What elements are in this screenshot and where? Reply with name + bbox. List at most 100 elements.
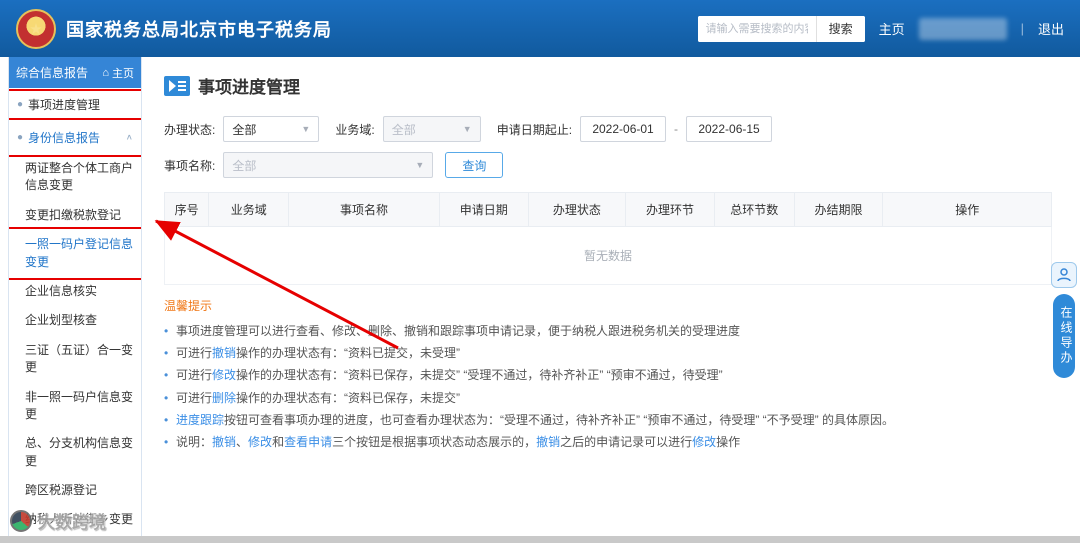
status-label: 办理状态: xyxy=(164,122,216,137)
sidebar-subitem-4[interactable]: 企业划型核查 xyxy=(9,306,141,335)
item-name-select[interactable]: 全部 ▼ xyxy=(223,152,434,178)
notice-link[interactable]: 进度跟踪 xyxy=(176,413,224,427)
home-link[interactable]: 主页 xyxy=(879,19,905,38)
notice-section: 温馨提示 事项进度管理可以进行查看、修改、删除、撤销和跟踪事项申请记录，便于纳税… xyxy=(164,297,1052,453)
header-right: 搜索 主页 | 退出 xyxy=(697,15,1064,42)
domain-select[interactable]: 全部 ▼ xyxy=(382,116,481,142)
notice-text: 操作 xyxy=(716,434,741,449)
status-select-value: 全部 xyxy=(232,122,257,137)
bullet-icon: ● xyxy=(17,99,24,110)
notice-text: 三个按钮是根据事项状态动态展示的， xyxy=(332,434,537,449)
notice-text: 可进行 xyxy=(176,346,213,361)
notice-line: 可进行删除操作的办理状态有：“资料已保存，未提交” xyxy=(164,387,1052,409)
table-header-cell: 办理环节 xyxy=(625,192,715,227)
chevron-down-icon: ▼ xyxy=(462,124,472,134)
item-name-label: 事项名称: xyxy=(164,158,216,173)
brand: ★ 国家税务总局北京市电子税务局 xyxy=(16,8,332,49)
page-title-icon xyxy=(164,75,190,96)
sidebar-home-link[interactable]: ⌂ 主页 xyxy=(102,65,134,81)
date-range-label: 申请日期起止: xyxy=(496,122,573,137)
notice-link[interactable]: 查看申请 xyxy=(284,435,332,449)
sidebar-subitem-7[interactable]: 总、分支机构信息变更 xyxy=(9,429,141,476)
sidebar-identity-children: 两证整合个体工商户信息变更 变更扣缴税款登记 一照一码户登记信息变更 企业信息核实 企业… xyxy=(9,154,141,542)
header-divider: | xyxy=(1020,21,1024,36)
notice-text: 事项进度管理可以进行查看、修改、删除、撤销和跟踪事项申请记录，便于纳税人跟进税务… xyxy=(176,324,741,338)
table-header-cell: 办理状态 xyxy=(527,192,627,227)
notice-text: 操作的办理状态有：“资料已保存，未提交” “受理不通过，待补齐补正” “预审不通… xyxy=(236,368,723,383)
filter-row-2: 事项名称: 全部 ▼ 查询 xyxy=(164,152,1052,178)
bullet-icon: ● xyxy=(17,132,24,143)
notice-link[interactable]: 修改 xyxy=(248,435,272,449)
sidebar-subitem-6[interactable]: 非一照一码户信息变更 xyxy=(9,383,141,430)
sidebar-header-comprehensive-report[interactable]: 综合信息报告 ⌂ 主页 xyxy=(9,57,141,91)
query-button[interactable]: 查询 xyxy=(445,152,504,178)
watermark-logo-icon xyxy=(10,509,32,532)
notice-text: 按钮可查看事项办理的进度，也可查看办理状态为：“受理不通过，待补齐补正” “预审… xyxy=(224,412,894,427)
date-to-input[interactable] xyxy=(686,116,773,142)
notice-list: 事项进度管理可以进行查看、修改、删除、撤销和跟踪事项申请记录，便于纳税人跟进税务… xyxy=(164,320,1052,453)
header-search-button[interactable]: 搜索 xyxy=(815,15,865,42)
notice-text: 可进行 xyxy=(176,390,213,405)
sidebar-subitem-3[interactable]: 企业信息核实 xyxy=(9,277,141,306)
bottom-edge xyxy=(0,536,1080,543)
notice-text: 和 xyxy=(272,434,285,449)
chevron-up-icon: ∧ xyxy=(125,133,133,142)
sidebar-header-label: 综合信息报告 xyxy=(16,66,89,80)
notice-link[interactable]: 撤销 xyxy=(212,346,236,360)
sidebar-subitem-5[interactable]: 三证（五证）合一变更 xyxy=(9,336,141,383)
notice-text: 、 xyxy=(236,434,249,449)
sidebar-subitem-2[interactable]: 一照一码户登记信息变更 xyxy=(9,227,141,280)
notice-line: 事项进度管理可以进行查看、修改、删除、撤销和跟踪事项申请记录，便于纳税人跟进税务… xyxy=(164,320,1052,342)
sidebar-item-progress-management[interactable]: ● 事项进度管理 xyxy=(9,88,141,121)
sidebar-subitem-1[interactable]: 变更扣缴税款登记 xyxy=(9,201,141,230)
notice-line: 可进行修改操作的办理状态有：“资料已保存，未提交” “受理不通过，待补齐补正” … xyxy=(164,364,1052,386)
sidebar-home-label: 主页 xyxy=(112,67,134,80)
sidebar: 综合信息报告 ⌂ 主页 ● 事项进度管理 ● 身份信息报告 ∧ 两证整合个体工商… xyxy=(8,57,142,543)
watermark-text: 大数跨境 xyxy=(38,513,106,532)
notice-link[interactable]: 撤销 xyxy=(212,435,236,449)
table-empty-text: 暂无数据 xyxy=(164,226,1052,285)
chevron-down-icon: ▼ xyxy=(301,124,311,134)
notice-line: 说明：撤销、修改和查看申请三个按钮是根据事项状态动态展示的，撤销之后的申请记录可… xyxy=(164,431,1052,453)
username-blurred xyxy=(918,17,1007,40)
date-from-input[interactable] xyxy=(580,116,667,142)
main-content: 事项进度管理 办理状态: 全部 ▼ 业务域: 全部 ▼ 申请日期起止: - xyxy=(142,57,1080,543)
sidebar-subitem-0[interactable]: 两证整合个体工商户信息变更 xyxy=(9,154,141,201)
top-header: ★ 国家税务总局北京市电子税务局 搜索 主页 | 退出 xyxy=(0,0,1080,57)
domain-label: 业务域: xyxy=(335,122,375,137)
logout-link[interactable]: 退出 xyxy=(1038,19,1064,38)
status-select[interactable]: 全部 ▼ xyxy=(223,116,320,142)
notice-link[interactable]: 修改 xyxy=(212,368,236,382)
header-search: 搜索 xyxy=(697,15,865,42)
page-title-text: 事项进度管理 xyxy=(198,78,300,97)
table-header-cell: 办结期限 xyxy=(793,192,884,227)
national-emblem-logo: ★ xyxy=(16,8,56,49)
sidebar-section-label: 身份信息报告 xyxy=(28,131,101,145)
notice-text: 说明： xyxy=(176,434,213,449)
header-search-input[interactable] xyxy=(697,15,816,42)
notice-line: 可进行撤销操作的办理状态有：“资料已提交，未受理” xyxy=(164,342,1052,364)
online-help-widget: 在线导办 xyxy=(1051,262,1077,378)
date-separator: - xyxy=(674,122,679,136)
notice-link[interactable]: 修改 xyxy=(692,435,716,449)
watermark: 大数跨境 xyxy=(10,508,106,533)
online-guide-button[interactable]: 在线导办 xyxy=(1053,294,1075,378)
notice-text: 可进行 xyxy=(176,368,213,383)
site-title: 国家税务总局北京市电子税务局 xyxy=(66,19,332,40)
home-icon: ⌂ xyxy=(102,66,109,79)
notice-text: 之后的申请记录可以进行 xyxy=(560,434,693,449)
notice-link[interactable]: 删除 xyxy=(212,391,236,405)
notice-text: 操作的办理状态有：“资料已保存，未提交” xyxy=(236,390,461,405)
chevron-down-icon: ▼ xyxy=(415,160,425,170)
page-title: 事项进度管理 xyxy=(164,73,1052,98)
sidebar-section-identity-report[interactable]: ● 身份信息报告 ∧ xyxy=(9,118,141,157)
table-header-cell: 事项名称 xyxy=(288,192,440,227)
person-icon[interactable] xyxy=(1051,262,1077,288)
table-empty-row: 暂无数据 xyxy=(164,226,1052,285)
sidebar-subitem-8[interactable]: 跨区税源登记 xyxy=(9,476,141,505)
table-header-cell: 总环节数 xyxy=(713,192,795,227)
notice-link[interactable]: 撤销 xyxy=(536,435,560,449)
table-header-cell: 业务域 xyxy=(208,192,290,227)
item-name-select-value: 全部 xyxy=(232,158,257,173)
page: ★ 国家税务总局北京市电子税务局 搜索 主页 | 退出 综合信息报告 ⌂ 主页 xyxy=(0,0,1080,543)
